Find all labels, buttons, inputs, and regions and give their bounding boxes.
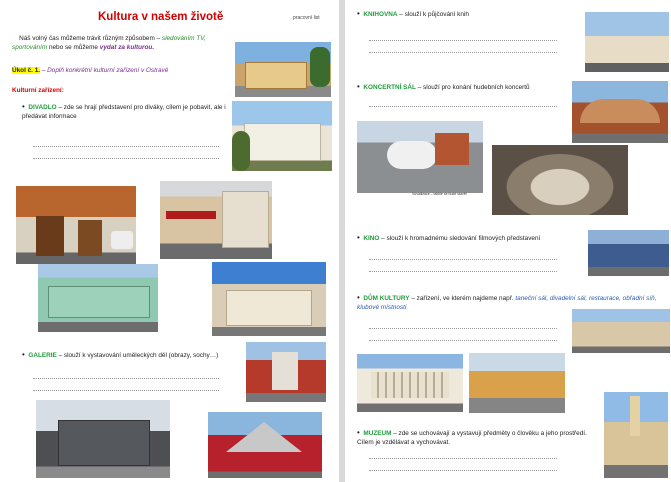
answer-line[interactable] xyxy=(369,340,557,341)
bullet-icon: • xyxy=(357,428,360,437)
answer-line[interactable] xyxy=(369,458,557,459)
photo-gallery xyxy=(246,342,326,402)
photo-concert-hall xyxy=(572,81,668,143)
task-text: – Doplň konkrétní kulturní zařízení v Os… xyxy=(41,67,169,74)
item-desc: – zde se uchovávají a vystavují předměty… xyxy=(357,430,587,446)
item-name: GALERIE xyxy=(28,352,57,359)
answer-line[interactable] xyxy=(369,328,557,329)
left-page: Kultura v našem životě pracovní list Náš… xyxy=(0,0,339,482)
photo-modern-culture-building xyxy=(469,353,565,413)
photo-theatre xyxy=(232,101,332,171)
item-kino: • KINO – slouží k hromadnému sledování f… xyxy=(357,233,587,243)
answer-line[interactable] xyxy=(369,52,557,53)
task-line: Úkol č. 1. – Doplň konkrétní kulturní za… xyxy=(12,66,212,75)
photo-library xyxy=(585,12,669,72)
photo-house-of-culture-front xyxy=(357,354,463,412)
bullet-icon: • xyxy=(357,82,360,91)
answer-line[interactable] xyxy=(33,390,219,391)
photo-building xyxy=(235,42,331,97)
bullet-icon: • xyxy=(22,350,25,359)
item-desc: – zařízení, ve kterém najdeme např. xyxy=(411,295,514,302)
intro-text: Náš volný čas můžeme trávit různým způso… xyxy=(12,35,206,51)
photo-theatre-interior xyxy=(16,186,136,264)
answer-line[interactable] xyxy=(33,146,219,147)
item-divadlo: • DIVADLO – zde se hrají představení pro… xyxy=(22,102,230,121)
item-desc: – slouží k hromadnému sledování filmovýc… xyxy=(381,235,541,242)
item-name: KINO xyxy=(363,235,380,242)
photo-museum xyxy=(604,392,668,478)
item-desc: – slouží k půjčování knih xyxy=(399,11,469,18)
bullet-icon: • xyxy=(22,102,25,111)
item-name: KNIHOVNA xyxy=(363,11,398,18)
bullet-icon: • xyxy=(357,9,360,18)
answer-line[interactable] xyxy=(369,40,557,41)
answer-line[interactable] xyxy=(33,378,219,379)
answer-line[interactable] xyxy=(369,271,557,272)
item-koncertni-sal: • KONCERTNÍ SÁL – slouží pro konání hude… xyxy=(357,82,597,92)
right-page: • KNIHOVNA – slouží k půjčování knih • K… xyxy=(345,0,671,482)
photo-concert-hall-interior xyxy=(492,145,628,215)
photo-modern-building xyxy=(212,262,326,336)
photo-concert-hall-visualization xyxy=(357,121,483,193)
photo-gallery-visualization xyxy=(36,400,170,478)
item-muzeum: • MUZEUM – zde se uchovávají a vystavují… xyxy=(357,428,597,447)
item-desc: – slouží k vystavování uměleckých děl (o… xyxy=(58,352,219,359)
photo-house-of-culture xyxy=(572,309,670,353)
item-knihovna: • KNIHOVNA – slouží k půjčování knih xyxy=(357,9,577,19)
photo-cinema xyxy=(588,230,669,276)
bullet-icon: • xyxy=(357,293,360,302)
answer-line[interactable] xyxy=(33,158,219,159)
answer-line[interactable] xyxy=(369,106,557,107)
page-title: Kultura v našem životě xyxy=(98,11,224,23)
section-heading: Kulturní zařízení: xyxy=(12,87,64,94)
item-galerie: • GALERIE – slouží k vystavování uměleck… xyxy=(22,350,252,360)
worksheet-label: pracovní list xyxy=(293,15,320,21)
photo-red-roof-building xyxy=(208,412,322,478)
item-name: KONCERTNÍ SÁL xyxy=(363,84,416,91)
bullet-icon: • xyxy=(357,233,360,242)
visualization-caption: Vizualizace – takhle se bude stavět xyxy=(412,192,467,196)
item-name: MUZEUM xyxy=(363,430,392,437)
task-label: Úkol č. 1. xyxy=(12,67,41,74)
answer-line[interactable] xyxy=(369,259,557,260)
item-desc: – slouží pro konání hudebních koncertů xyxy=(417,84,530,91)
photo-street-building xyxy=(160,181,272,259)
photo-green-building xyxy=(38,264,158,332)
item-name: DŮM KULTURY xyxy=(363,295,410,302)
answer-line[interactable] xyxy=(369,470,557,471)
item-name: DIVADLO xyxy=(28,104,57,111)
